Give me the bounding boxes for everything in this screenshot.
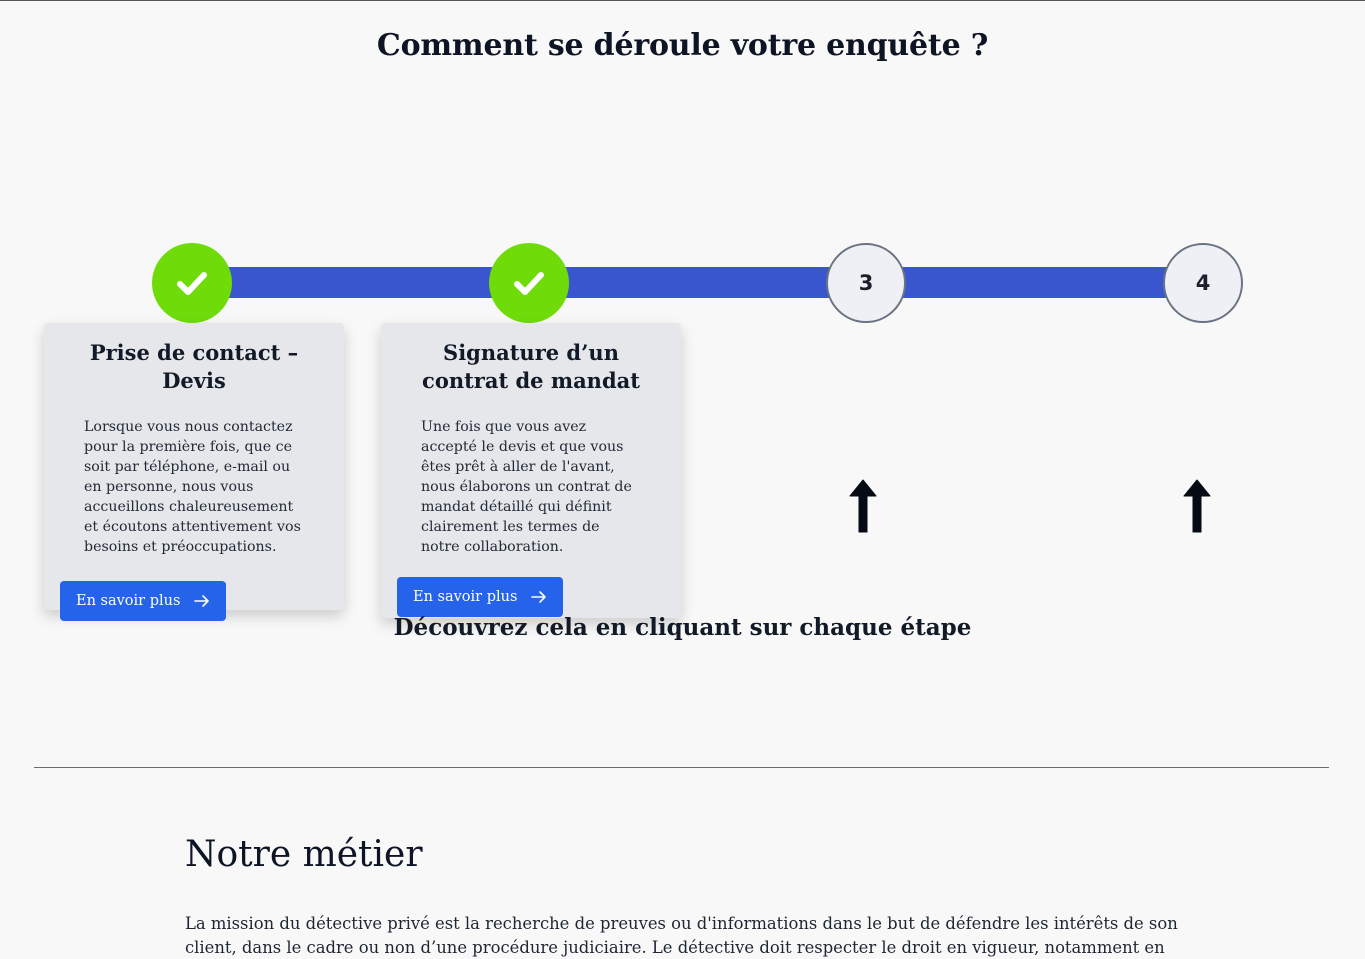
section-title: Comment se déroule votre enquête ? xyxy=(376,28,989,63)
check-icon xyxy=(514,272,544,295)
step-3-circle[interactable]: 3 xyxy=(826,243,906,323)
top-border xyxy=(0,0,1365,1)
section-divider xyxy=(34,767,1329,768)
step-2-circle[interactable] xyxy=(489,243,569,323)
step-1-circle[interactable] xyxy=(152,243,232,323)
step-2-more-button[interactable]: En savoir plus xyxy=(397,577,564,617)
step-1-text: Lorsque vous nous contactez pour la prem… xyxy=(84,419,301,555)
metier-title: Notre métier xyxy=(185,834,423,875)
step-1-card: Prise de contact – Devis Lorsque vous no… xyxy=(44,323,344,621)
arrow-up-icon xyxy=(849,479,877,533)
discover-hint: Découvrez cela en cliquant sur chaque ét… xyxy=(393,614,972,641)
step-3-number: 3 xyxy=(858,271,874,295)
step-1-title: Prise de contact – Devis xyxy=(89,340,299,393)
arrow-up-icon xyxy=(1183,479,1211,533)
arrow-right-icon xyxy=(531,591,547,603)
button-label: En savoir plus xyxy=(413,589,518,605)
timeline-track xyxy=(192,267,1203,298)
step-4-number: 4 xyxy=(1195,271,1211,295)
button-label: En savoir plus xyxy=(76,593,181,609)
arrow-right-icon xyxy=(194,595,210,607)
step-2-text: Une fois que vous avez accepté le devis … xyxy=(421,419,632,555)
step-2-card: Signature d’un contrat de mandat Une foi… xyxy=(381,323,681,618)
check-icon xyxy=(177,272,207,295)
step-4-circle[interactable]: 4 xyxy=(1163,243,1243,323)
step-2-title: Signature d’un contrat de mandat xyxy=(422,340,640,393)
metier-text: La mission du détective privé est la rec… xyxy=(185,914,1178,957)
page: Comment se déroule votre enquête ? 3 4 P… xyxy=(0,0,1365,959)
